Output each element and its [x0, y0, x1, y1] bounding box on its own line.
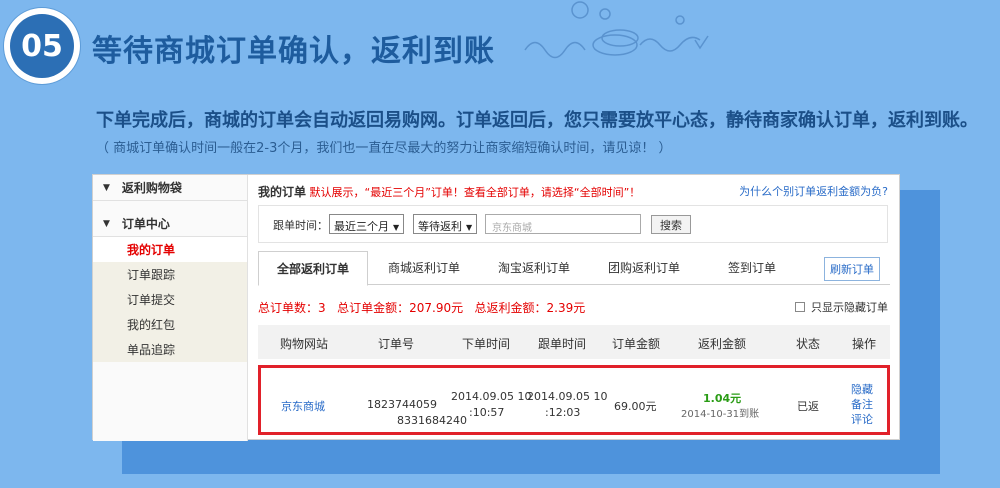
row-order-no-1: 1823744059 — [367, 398, 437, 411]
remark-link[interactable]: 备注 — [851, 397, 873, 412]
step-description: 下单完成后，商城的订单会自动返回易购网。订单返回后，您只需要放平心态，静待商家确… — [96, 110, 978, 131]
help-link[interactable]: 为什么个别订单返利金额为负? — [739, 183, 888, 199]
orders-heading: 我的订单 — [258, 185, 307, 199]
caret-down-icon: ▼ — [466, 223, 473, 232]
triangle-down-icon: ▼ — [103, 218, 110, 229]
tab-mall-rebate-orders[interactable]: 商城返利订单 — [388, 259, 460, 276]
step-title: 等待商城订单确认，返利到账 — [92, 34, 495, 69]
col-rebate: 返利金额 — [698, 337, 747, 351]
col-status: 状态 — [796, 337, 821, 351]
status-select[interactable]: 等待返利 ▼ — [413, 214, 478, 234]
tab-taobao-rebate-orders[interactable]: 淘宝返利订单 — [498, 259, 570, 276]
time-select-value: 最近三个月 — [334, 220, 389, 233]
step-number: 05 — [10, 14, 74, 78]
sidebar-item-red-packets[interactable]: 我的红包 — [93, 312, 247, 337]
hidden-orders-option[interactable]: 只显示隐藏订单 — [795, 299, 888, 315]
time-select[interactable]: 最近三个月 ▼ — [329, 214, 405, 234]
sidebar-group-label: 返利购物袋 — [121, 181, 182, 195]
hide-order-link[interactable]: 隐藏 — [851, 382, 873, 397]
sidebar-group-rebate-bag[interactable]: ▼ 返利购物袋 — [93, 175, 247, 201]
sidebar-item-order-submit[interactable]: 订单提交 — [93, 287, 247, 312]
coins-doodle-icon — [524, 1, 709, 59]
caret-down-icon: ▼ — [393, 223, 400, 232]
search-input[interactable]: 京东商城 — [485, 214, 641, 234]
step-note: （ 商城订单确认时间一般在2-3个月，我们也一直在尽最大的努力让商家缩短确认时间… — [96, 141, 672, 156]
orders-notice: 默认展示，“最近三个月”订单！查看全部订单，请选择“全部时间”！ — [309, 186, 641, 199]
tab-checkin-orders[interactable]: 签到订单 — [728, 259, 776, 276]
tab-all-rebate-orders[interactable]: 全部返利订单 — [258, 251, 368, 286]
refresh-orders-button[interactable]: 刷新订单 — [824, 257, 880, 281]
table-row: 京东商城 1823744059 8331684240 2014.09.05 10… — [258, 365, 890, 435]
row-order-no-2: 8331684240 — [397, 414, 467, 427]
total-amount: 总订单金额：207.90元 — [337, 301, 464, 315]
sidebar: ▼ 返利购物袋 ▼ 订单中心 我的订单 订单跟踪 订单提交 我的红包 单品追踪 — [93, 175, 248, 441]
col-order-no: 订单号 — [378, 337, 415, 351]
search-button[interactable]: 搜索 — [651, 215, 691, 234]
hidden-orders-label: 只显示隐藏订单 — [811, 301, 888, 314]
row-track-time-2: :12:03 — [545, 406, 581, 419]
col-order-time: 下单时间 — [462, 337, 511, 351]
order-tabs: 全部返利订单 商城返利订单 淘宝返利订单 团购返利订单 签到订单 刷新订单 — [258, 251, 890, 286]
comment-link[interactable]: 评论 — [851, 412, 873, 427]
sidebar-group-order-center[interactable]: ▼ 订单中心 — [93, 211, 247, 237]
row-order-time-2: :10:57 — [469, 406, 505, 419]
sidebar-group-label: 订单中心 — [121, 217, 170, 231]
row-amount: 69.00元 — [614, 400, 657, 413]
filter-bar: 跟单时间： 最近三个月 ▼ 等待返利 ▼ 京东商城 搜索 — [258, 205, 888, 243]
col-site: 购物网站 — [280, 337, 329, 351]
sidebar-item-order-tracking[interactable]: 订单跟踪 — [93, 262, 247, 287]
row-rebate-amount: 1.04元 — [703, 392, 742, 405]
filter-label: 跟单时间： — [273, 219, 328, 232]
orders-main: 我的订单 默认展示，“最近三个月”订单！查看全部订单，请选择“全部时间”！ 为什… — [258, 175, 898, 441]
orders-header: 我的订单 默认展示，“最近三个月”订单！查看全部订单，请选择“全部时间”！ — [258, 183, 640, 200]
total-orders: 总订单数：3 — [258, 301, 326, 315]
tab-groupbuy-rebate-orders[interactable]: 团购返利订单 — [608, 259, 680, 276]
col-amount: 订单金额 — [612, 337, 661, 351]
table-header: 购物网站 订单号 下单时间 跟单时间 订单金额 返利金额 状态 操作 — [258, 325, 890, 359]
triangle-down-icon: ▼ — [103, 182, 110, 193]
screenshot-panel: ▼ 返利购物袋 ▼ 订单中心 我的订单 订单跟踪 订单提交 我的红包 单品追踪 … — [92, 174, 900, 441]
row-track-time-1: 2014.09.05 10 — [527, 390, 608, 403]
sidebar-item-my-orders[interactable]: 我的订单 — [93, 237, 247, 262]
row-rebate-date: 2014-10-31到账 — [681, 409, 760, 420]
order-summary: 总订单数：3 总订单金额：207.90元 总返利金额：2.39元 — [258, 299, 585, 316]
row-site-link[interactable]: 京东商城 — [281, 398, 325, 414]
hidden-orders-checkbox[interactable] — [795, 302, 805, 312]
col-actions: 操作 — [852, 337, 877, 351]
status-select-value: 等待返利 — [418, 220, 462, 233]
col-track-time: 跟单时间 — [538, 337, 587, 351]
row-order-time-1: 2014.09.05 10 — [451, 390, 532, 403]
sidebar-item-product-tracking[interactable]: 单品追踪 — [93, 337, 247, 362]
row-status: 已返 — [797, 400, 819, 413]
step-badge: 05 — [4, 8, 80, 84]
total-rebate: 总返利金额：2.39元 — [474, 301, 586, 315]
row-actions: 隐藏 备注 评论 — [851, 382, 873, 427]
